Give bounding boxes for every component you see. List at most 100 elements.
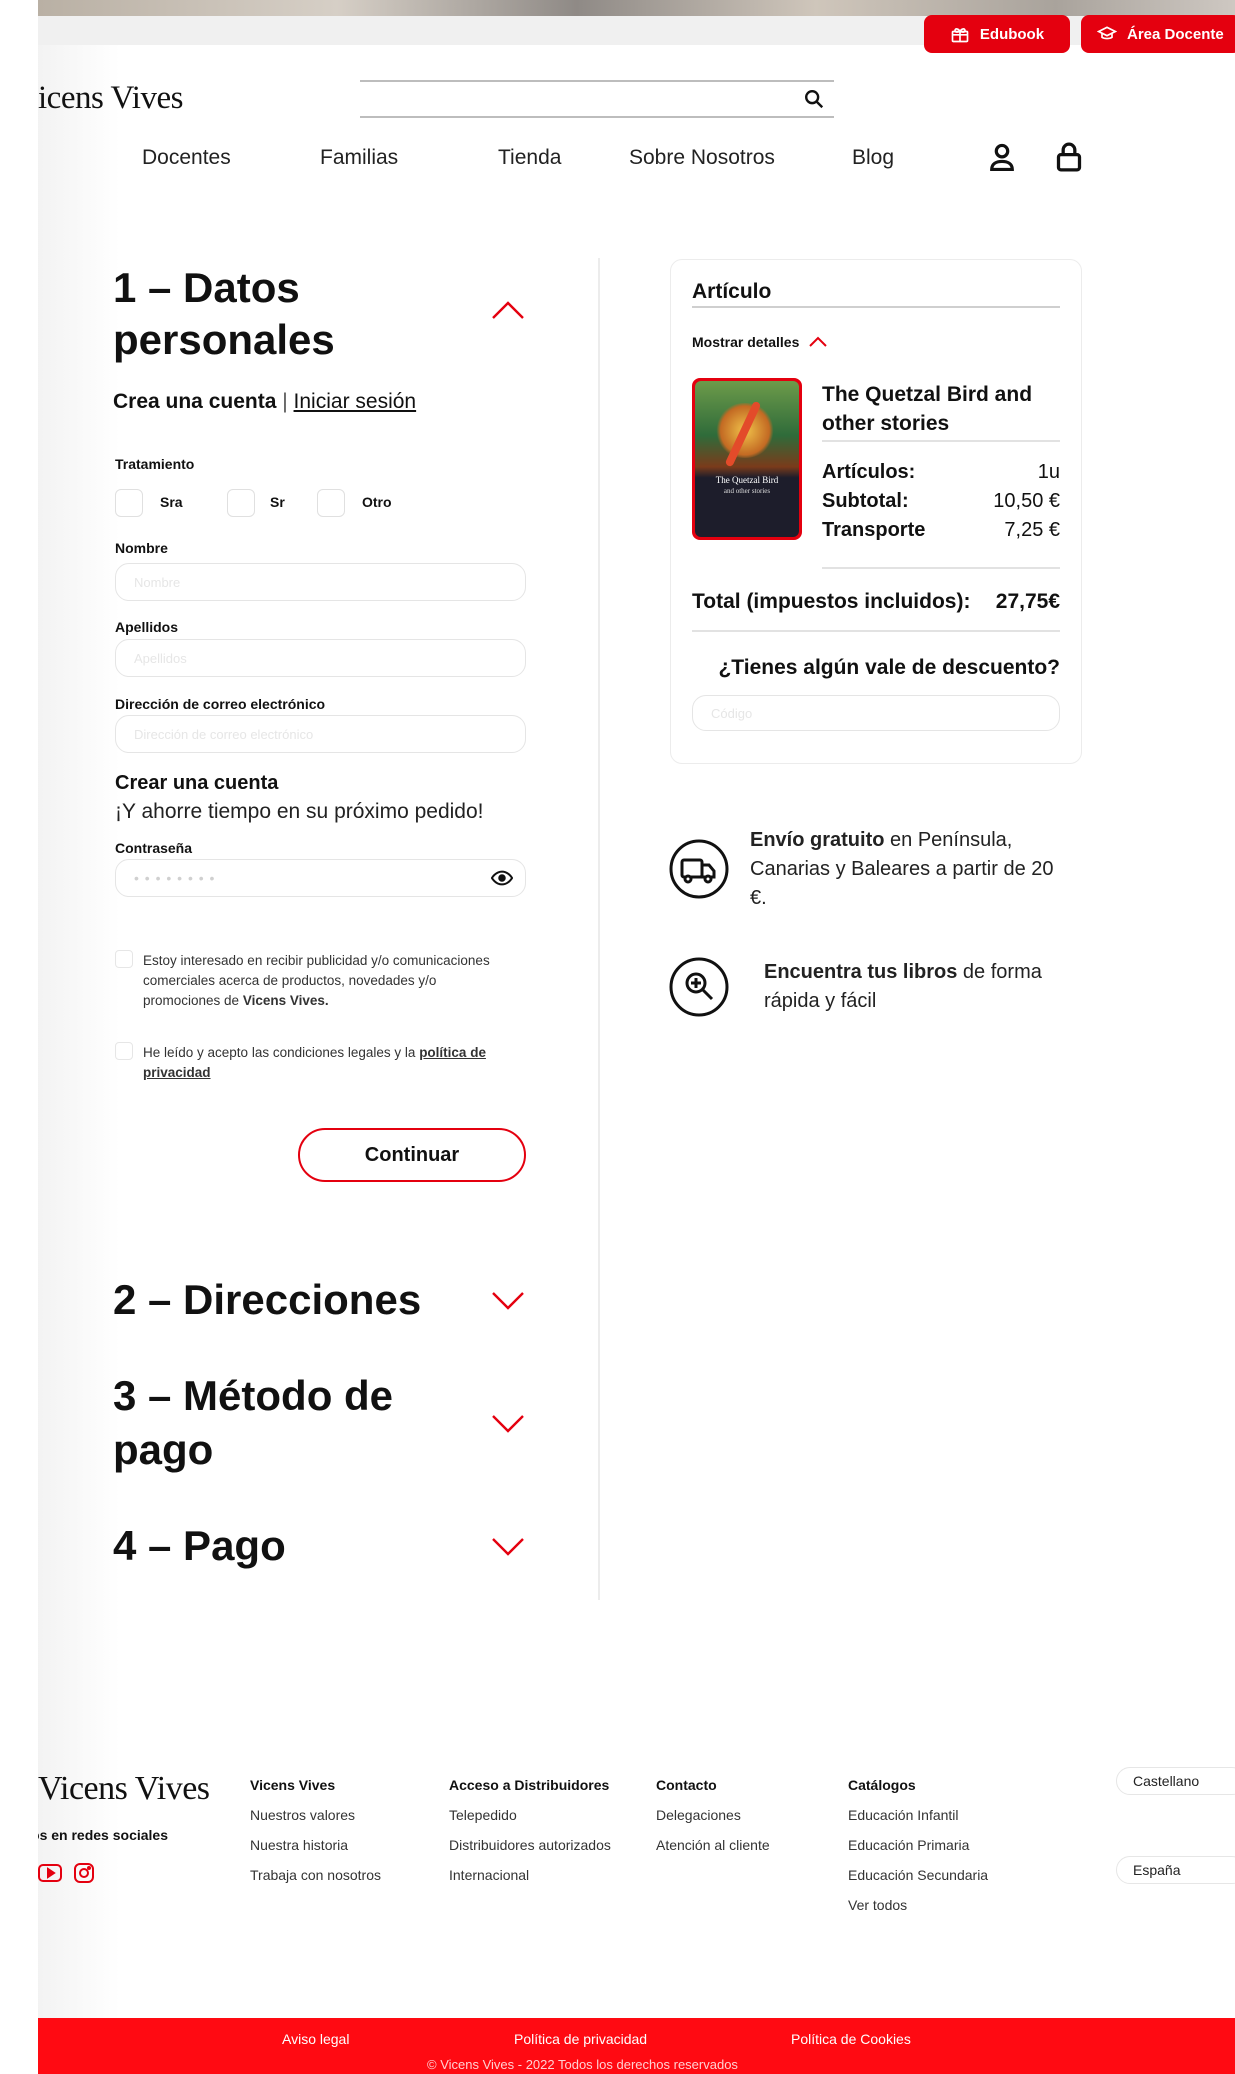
promo-text-line2: comerciales acerca de productos, novedad… [143, 973, 437, 988]
graduation-cap-icon [1097, 26, 1117, 40]
footer-link[interactable]: Educación Primaria [848, 1830, 988, 1860]
promo-checkbox[interactable] [115, 950, 133, 968]
privacy-policy-link-2[interactable]: privacidad [143, 1065, 211, 1080]
footer-link[interactable]: Distribuidores autorizados [449, 1830, 611, 1860]
cart-lock-icon[interactable] [1055, 140, 1083, 174]
privacy-policy-footer-link[interactable]: Política de privacidad [514, 2031, 647, 2047]
footer-link[interactable]: Educación Infantil [848, 1800, 988, 1830]
user-icon[interactable] [988, 142, 1016, 174]
shipping-label: Transporte [822, 519, 926, 541]
show-details-toggle[interactable]: Mostrar detalles [692, 334, 828, 350]
legal-text-line2: privacidad [143, 1063, 533, 1083]
free-shipping-line2: Canarias y Baleares a partir de 20 [750, 858, 1054, 880]
free-shipping-text: Envío gratuito en Península, Canarias y … [750, 826, 1090, 913]
footer-link[interactable]: Educación Secundaria [848, 1860, 988, 1890]
chevron-down-icon[interactable] [491, 1536, 525, 1558]
chevron-down-icon[interactable] [491, 1413, 525, 1435]
nav-tienda[interactable]: Tienda [498, 146, 561, 170]
brand-logo[interactable]: icens Vives [38, 80, 183, 117]
edubook-button[interactable]: Edubook [924, 15, 1070, 53]
footer-col2-title: Acceso a Distribuidores [449, 1777, 610, 1793]
create-account-text: Crea una cuenta [113, 390, 277, 413]
surname-label: Apellidos [115, 619, 179, 635]
search-icon[interactable] [803, 88, 825, 110]
footer-link[interactable]: Trabaja con nosotros [250, 1860, 381, 1890]
language-value: Castellano [1133, 1773, 1200, 1789]
separator: | [282, 390, 288, 413]
continue-button[interactable]: Continuar [298, 1128, 526, 1182]
create-account-title: Crear una cuenta [115, 772, 279, 794]
cover-subtitle: and other stories [723, 487, 771, 495]
articles-row: Artículos: 1u [822, 458, 1060, 487]
articles-label: Artículos: [822, 461, 916, 483]
footer-link[interactable]: Internacional [449, 1860, 611, 1890]
name-label: Nombre [115, 540, 168, 556]
legal-notice-link[interactable]: Aviso legal [282, 2031, 349, 2047]
nav-familias[interactable]: Familias [320, 146, 398, 170]
promo-consent-text: Estoy interesado en recibir publicidad y… [143, 951, 533, 1011]
treatment-otro-checkbox[interactable] [317, 489, 345, 517]
show-details-label: Mostrar detalles [692, 334, 800, 350]
area-docente-button[interactable]: Área Docente [1081, 15, 1235, 53]
promo-text-line3: promociones de Vicens Vives. [143, 991, 533, 1011]
free-shipping-rest: en Península, [884, 829, 1013, 851]
cover-title: The Quetzal Bird [715, 475, 779, 485]
account-links: Crea una cuenta | Iniciar sesión [113, 390, 416, 414]
cart-title: Artículo [692, 280, 772, 303]
password-label: Contraseña [115, 840, 193, 856]
chevron-down-icon[interactable] [491, 1290, 525, 1312]
footer-col4-title: Catálogos [848, 1777, 916, 1793]
footer-col-vicens: Vicens Vives Nuestros valores Nuestra hi… [250, 1770, 381, 1890]
step2-title[interactable]: 2 – Direcciones [113, 1274, 421, 1326]
chevron-up-icon [809, 336, 828, 347]
treatment-sra-checkbox[interactable] [115, 489, 143, 517]
top-banner-image [38, 0, 1235, 16]
cookies-policy-link[interactable]: Política de Cookies [791, 2031, 911, 2047]
footer-link[interactable]: Delegaciones [656, 1800, 770, 1830]
language-select[interactable]: Castellano [1116, 1767, 1235, 1795]
footer-link[interactable]: Nuestra historia [250, 1830, 381, 1860]
step4-title[interactable]: 4 – Pago [113, 1520, 286, 1572]
articles-value: 1u [1037, 461, 1060, 483]
truck-icon [669, 839, 729, 899]
legal-text: He leído y acepto las condiciones legale… [143, 1045, 416, 1060]
footer-link[interactable]: Ver todos [848, 1890, 988, 1920]
instagram-icon[interactable] [74, 1863, 94, 1883]
column-divider [598, 258, 600, 1600]
password-input[interactable]: • • • • • • • • [115, 859, 526, 897]
treatment-sr-checkbox[interactable] [227, 489, 255, 517]
privacy-policy-link-1[interactable]: política de [419, 1045, 486, 1060]
free-shipping-bold: Envío gratuito [750, 829, 885, 851]
email-input[interactable]: Dirección de correo electrónico [115, 715, 526, 753]
find-books-rest: de forma [957, 961, 1042, 983]
search-input[interactable] [360, 116, 834, 118]
cart-totals: Artículos: 1u Subtotal: 10,50 € Transporte… [822, 458, 1060, 545]
footer-link[interactable]: Nuestros valores [250, 1800, 381, 1830]
name-input[interactable]: Nombre [115, 563, 526, 601]
nav-sobre-nosotros[interactable]: Sobre Nosotros [629, 146, 775, 170]
footer-logo[interactable]: Vicens Vives [38, 1770, 210, 1808]
total-value: 27,75€ [995, 590, 1060, 613]
country-select[interactable]: España [1116, 1856, 1235, 1884]
login-link[interactable]: Iniciar sesión [294, 390, 417, 413]
youtube-icon[interactable] [38, 1863, 62, 1883]
chevron-up-icon[interactable] [491, 299, 525, 321]
book-title: The Quetzal Bird and other stories [822, 380, 1032, 438]
nav-docentes[interactable]: Docentes [142, 146, 231, 170]
email-label: Dirección de correo electrónico [115, 696, 326, 712]
discount-code-input[interactable]: Código [692, 695, 1060, 731]
step3-title-line1[interactable]: 3 – Método de [113, 1370, 393, 1422]
eye-icon[interactable] [491, 869, 513, 887]
footer-col-contacto: Contacto Delegaciones Atención al client… [656, 1770, 770, 1860]
footer-link[interactable]: Telepedido [449, 1800, 611, 1830]
search-top-line [360, 80, 834, 82]
book-title-line1: The Quetzal Bird and [822, 383, 1033, 406]
footer-link[interactable]: Atención al cliente [656, 1830, 770, 1860]
free-shipping-line1: Envío gratuito en Península, [750, 826, 1090, 855]
nav-blog[interactable]: Blog [852, 146, 894, 170]
legal-checkbox[interactable] [115, 1042, 133, 1060]
surname-input[interactable]: Apellidos [115, 639, 526, 677]
step3-title-line2[interactable]: pago [113, 1424, 213, 1476]
find-books-line1: Encuentra tus libros de forma [764, 958, 1084, 987]
step1-title-line1: 1 – Datos [113, 264, 300, 311]
